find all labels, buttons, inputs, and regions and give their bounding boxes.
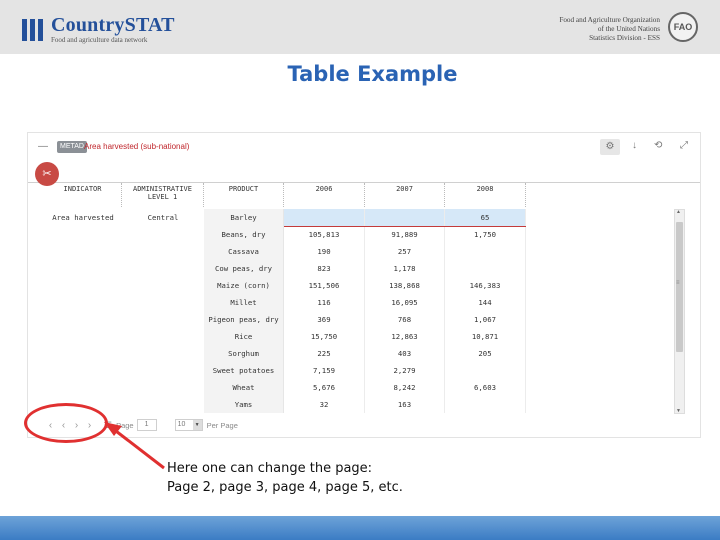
footer-bar <box>0 516 720 540</box>
annotation-line: Here one can change the page: <box>167 461 373 476</box>
annotation-line: Page 2, page 3, page 4, page 5, etc. <box>167 480 403 495</box>
annotation-text: Here one can change the page: Page 2, pa… <box>167 459 403 497</box>
slide: CountrySTAT Food and agriculture data ne… <box>0 0 720 540</box>
